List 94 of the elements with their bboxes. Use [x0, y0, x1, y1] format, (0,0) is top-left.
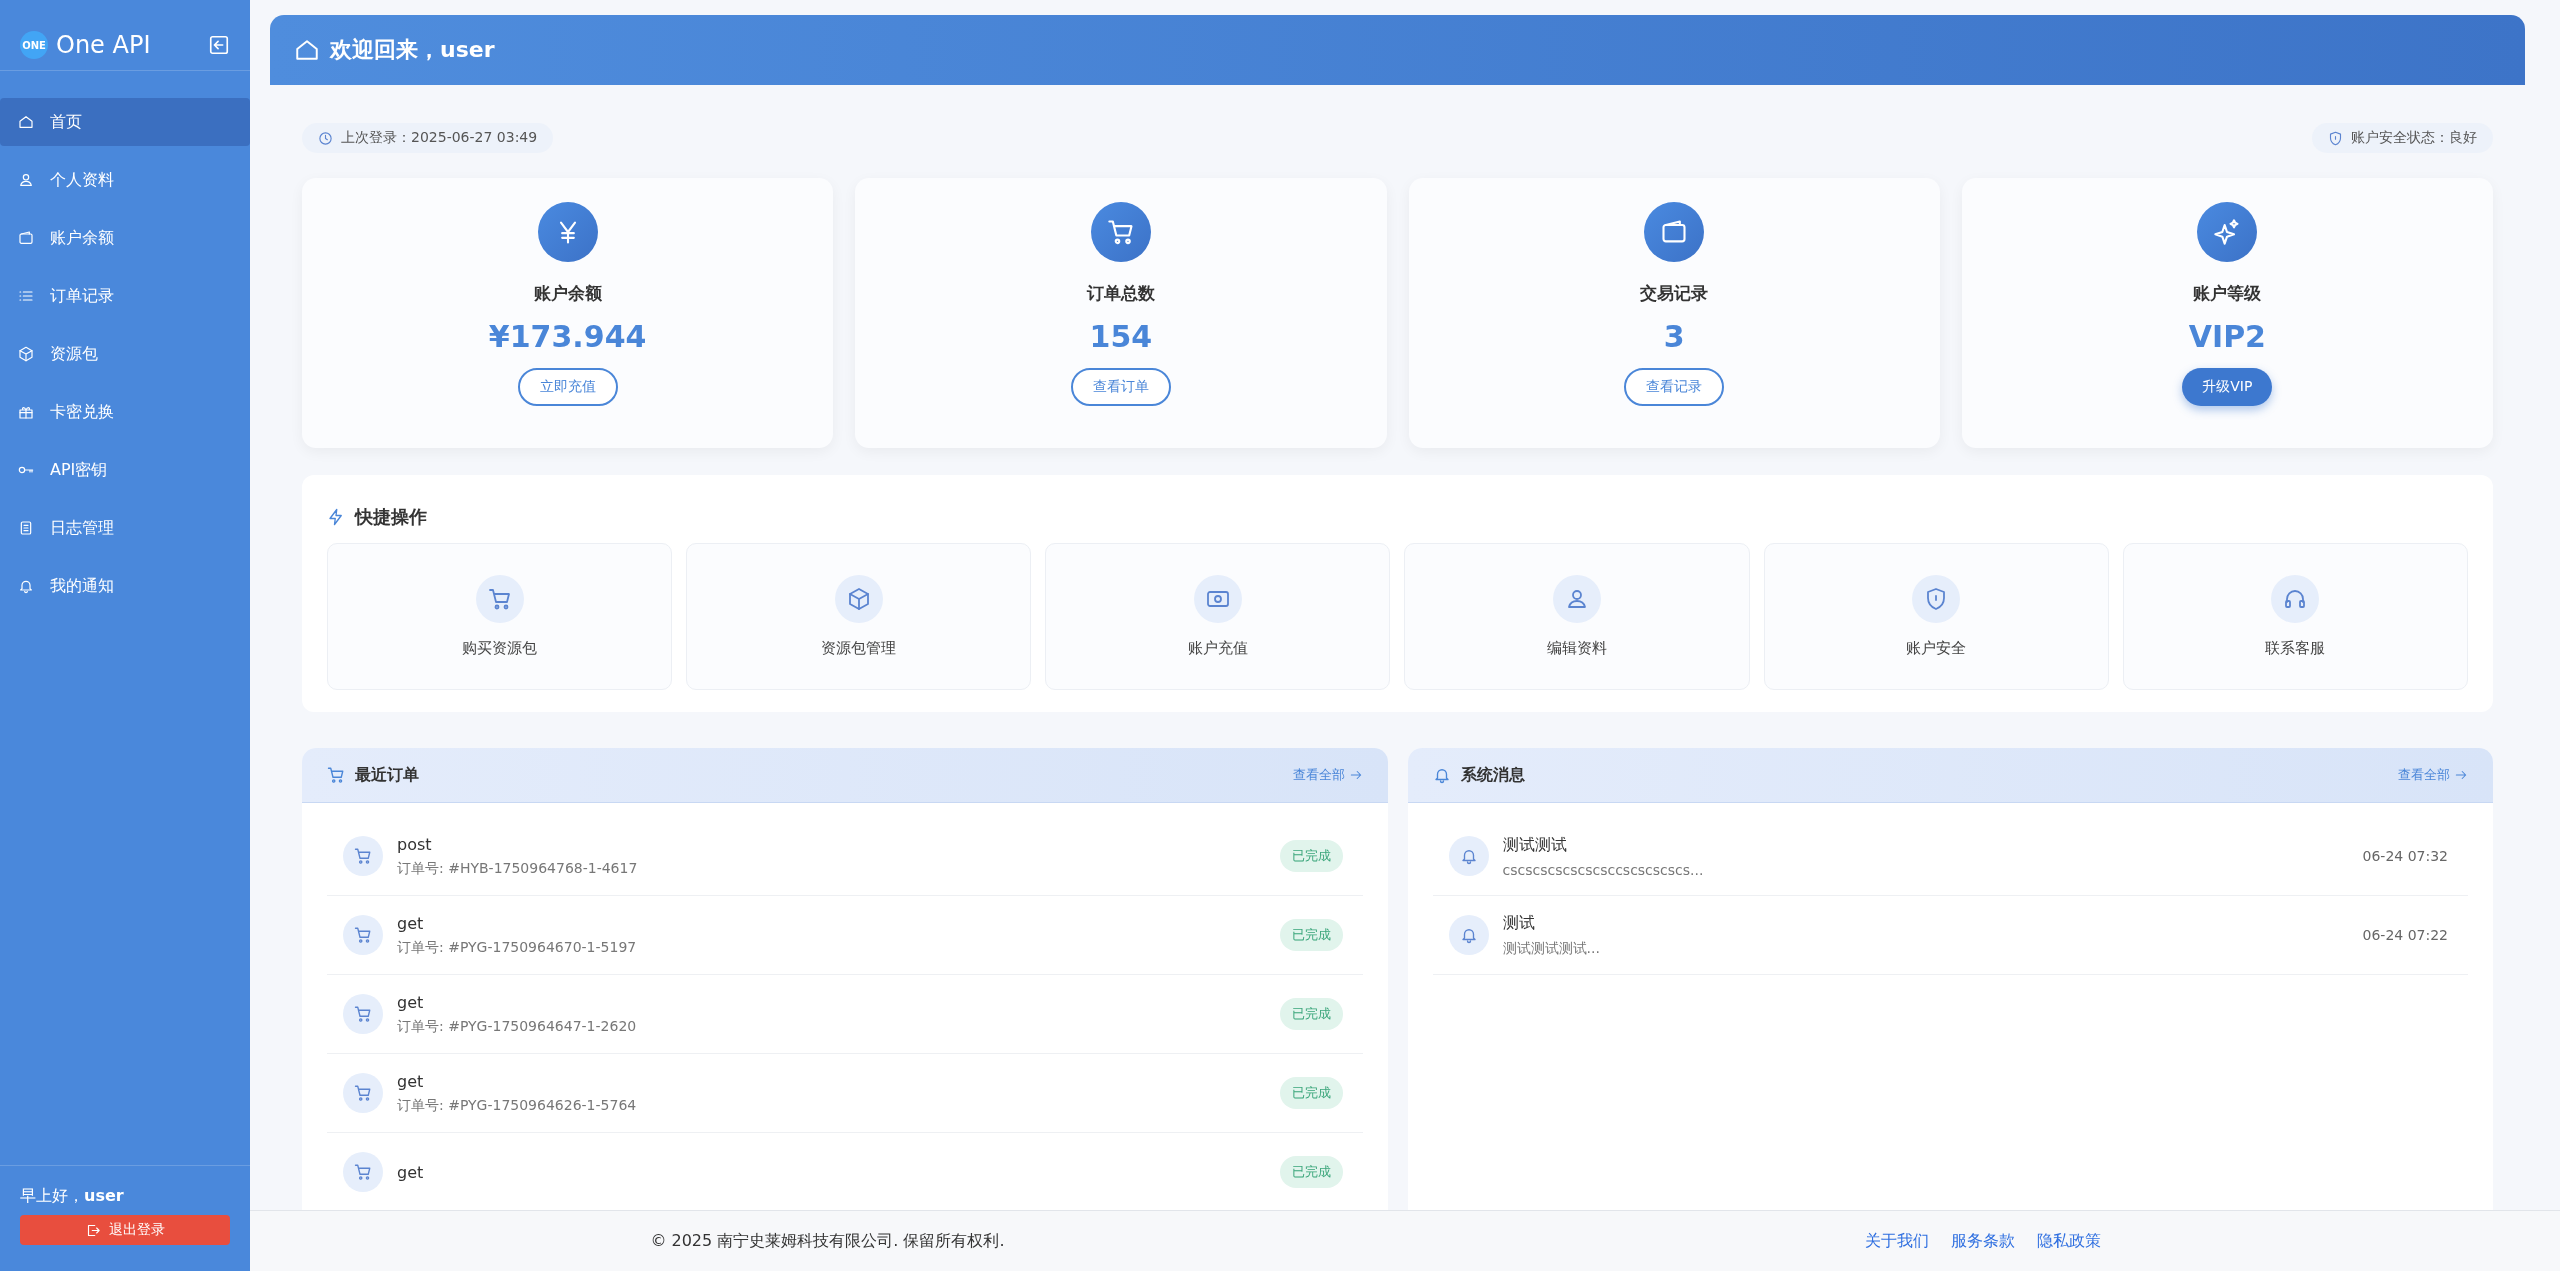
- arrow-icon: [2454, 768, 2468, 782]
- bell-icon: [1459, 926, 1478, 944]
- message-time: 06-24 07:32: [2362, 848, 2448, 864]
- nav-item[interactable]: 订单记录: [0, 272, 250, 320]
- item-title: get: [397, 1071, 425, 1091]
- quick-action-tile[interactable]: 联系客服: [2122, 543, 2468, 690]
- collapse-button[interactable]: [208, 34, 230, 56]
- page-title: 欢迎回来，user: [330, 36, 495, 64]
- lightning-icon: [327, 508, 345, 526]
- security-status-badge: 账户安全状态：良好: [2312, 123, 2493, 153]
- nav-item[interactable]: 首页: [0, 98, 250, 146]
- view-all-link[interactable]: 查看全部: [1292, 766, 1363, 784]
- collapse-icon: [208, 34, 230, 56]
- cart-icon: [327, 766, 345, 784]
- footer-link[interactable]: 关于我们: [1864, 1230, 1929, 1252]
- arrow-icon: [1348, 768, 1363, 782]
- stat-value: VIP2: [2188, 319, 2266, 354]
- footer-link[interactable]: 隐私政策: [2036, 1230, 2101, 1252]
- view-all-link[interactable]: 查看全部: [2398, 766, 2468, 784]
- stat-value: 154: [1089, 319, 1153, 354]
- stat-value: 3: [1663, 319, 1685, 354]
- stat-label: 账户等级: [2193, 282, 2262, 305]
- quick-action-tile[interactable]: 账户安全: [1763, 543, 2109, 690]
- last-login-badge: 上次登录：2025-06-27 03:49: [302, 123, 554, 153]
- stat-label: 账户余额: [533, 282, 602, 305]
- action-button[interactable]: 查看订单: [1070, 368, 1171, 406]
- logout-icon: [85, 1222, 101, 1238]
- house-icon: [294, 37, 320, 63]
- stat-label: 交易记录: [1640, 282, 1709, 305]
- headset-icon: [2283, 587, 2308, 611]
- order-number: 订单号: #PYG-1750964626-1-5764: [397, 1096, 638, 1115]
- nav-item[interactable]: 资源包: [0, 330, 250, 378]
- nav-item[interactable]: 日志管理: [0, 504, 250, 552]
- message-time: 06-24 07:22: [2362, 927, 2448, 943]
- section-title: 快捷操作: [355, 505, 427, 529]
- panel-title: 系统消息: [1460, 764, 1526, 786]
- wallet-icon: [18, 230, 34, 246]
- footer-link[interactable]: 服务条款: [1950, 1230, 2015, 1252]
- logo-badge: ONE: [20, 31, 48, 59]
- message-preview: 测试测试测试...: [1502, 939, 1601, 958]
- status-badge: 已完成: [1279, 1156, 1343, 1188]
- action-button[interactable]: 立即充值: [517, 368, 618, 406]
- action-button[interactable]: 升级VIP: [2182, 368, 2273, 406]
- quick-action-tile[interactable]: 账户充值: [1045, 543, 1391, 690]
- cart-icon: [1106, 218, 1135, 246]
- stat-label: 订单总数: [1086, 282, 1155, 305]
- list-icon: [18, 288, 34, 304]
- nav-item[interactable]: API密钥: [0, 446, 250, 494]
- cube-icon: [18, 346, 34, 362]
- item-title: get: [397, 992, 425, 1012]
- logout-button[interactable]: 退出登录: [20, 1215, 230, 1245]
- item-title: post: [397, 834, 433, 854]
- cart-icon: [354, 926, 372, 944]
- quick-action-tile[interactable]: 购买资源包: [327, 543, 673, 690]
- item-title: 测试测试: [1502, 834, 1568, 856]
- cart-icon: [487, 587, 512, 611]
- cart-icon: [354, 847, 372, 865]
- copyright-text: © 2025 南宁史莱姆科技有限公司. 保留所有权利.: [650, 1230, 1005, 1252]
- nav-item[interactable]: 账户余额: [0, 214, 250, 262]
- person-icon: [18, 172, 34, 188]
- clock-icon: [318, 130, 333, 146]
- cart-icon: [354, 1163, 372, 1181]
- nav-item[interactable]: 我的通知: [0, 562, 250, 610]
- action-button[interactable]: 查看记录: [1624, 368, 1725, 406]
- message-preview: cscscscscscscsccscscscscs...: [1502, 861, 1705, 878]
- status-badge: 已完成: [1279, 998, 1343, 1030]
- house-icon: [18, 114, 34, 130]
- status-badge: 已完成: [1279, 840, 1343, 872]
- bell-icon: [1459, 847, 1478, 865]
- item-title: get: [397, 1162, 425, 1182]
- cart-icon: [354, 1005, 372, 1023]
- gift-icon: [18, 404, 34, 420]
- nav-item[interactable]: 个人资料: [0, 156, 250, 204]
- bell-icon: [1432, 766, 1451, 784]
- quick-action-tile[interactable]: 资源包管理: [686, 543, 1032, 690]
- panel-title: 最近订单: [355, 764, 420, 786]
- status-badge: 已完成: [1279, 1077, 1343, 1109]
- sparkle-icon: [2213, 218, 2242, 246]
- greeting-text: 早上好，user: [20, 1186, 125, 1207]
- status-badge: 已完成: [1279, 919, 1343, 951]
- stat-value: ¥173.944: [488, 319, 647, 354]
- order-number: 订单号: #PYG-1750964647-1-2620: [397, 1017, 638, 1036]
- order-number: 订单号: #HYB-1750964768-1-4617: [397, 859, 639, 878]
- quick-action-tile[interactable]: 编辑资料: [1404, 543, 1750, 690]
- document-icon: [18, 520, 34, 536]
- app-title: One API: [56, 31, 152, 59]
- nav-item[interactable]: 卡密兑换: [0, 388, 250, 436]
- cube-icon: [846, 587, 871, 611]
- shield-icon: [2328, 130, 2343, 146]
- order-number: 订单号: #PYG-1750964670-1-5197: [397, 938, 638, 957]
- item-title: get: [397, 913, 425, 933]
- item-title: 测试: [1502, 912, 1536, 934]
- bell-icon: [18, 578, 34, 594]
- cart-icon: [354, 1084, 372, 1102]
